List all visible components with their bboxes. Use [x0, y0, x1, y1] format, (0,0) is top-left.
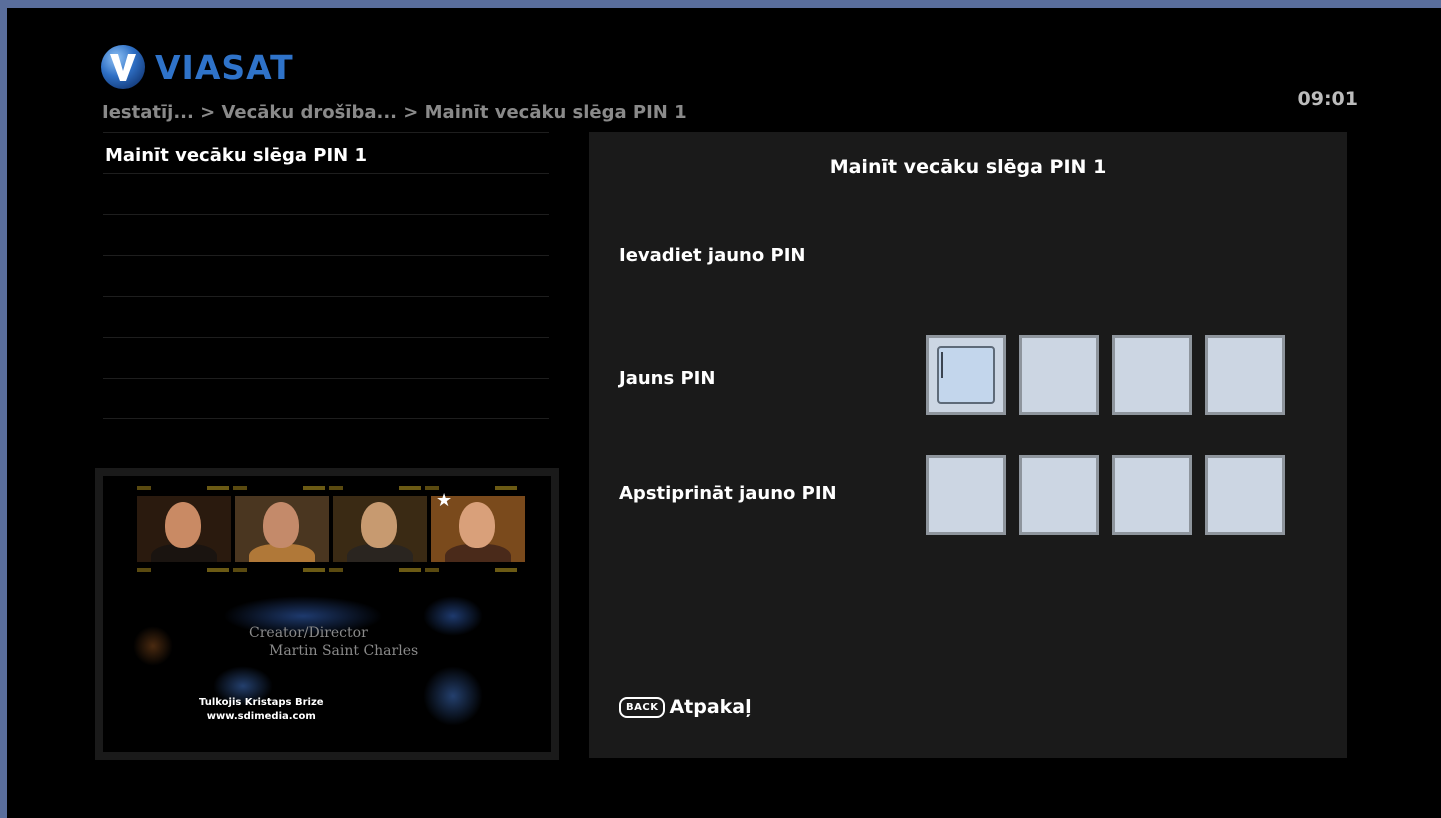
- back-label: Atpakaļ: [669, 696, 752, 718]
- menu-item-empty: [103, 296, 549, 337]
- credits-overlay: Creator/Director Martin Saint Charles: [249, 624, 418, 660]
- menu-item-change-pin[interactable]: Mainīt vecāku slēga PIN 1: [103, 132, 549, 173]
- portrait-image: [137, 496, 231, 562]
- translator-line: Tulkojis Kristaps Brize: [199, 697, 324, 708]
- breadcrumb: Iestatīj... > Vecāku drošība... > Mainīt…: [102, 102, 687, 123]
- translator-credit: Tulkojis Kristaps Brize www.sdimedia.com: [199, 696, 324, 724]
- new-pin-digit-3[interactable]: [1112, 335, 1192, 415]
- confirm-pin-digit-3[interactable]: [1112, 455, 1192, 535]
- viasat-logo: VIASAT: [100, 44, 294, 90]
- portrait-image: [235, 496, 329, 562]
- viasat-v-logo-icon: [101, 45, 145, 89]
- panel-title: Mainīt vecāku slēga PIN 1: [829, 156, 1107, 178]
- new-pin-label: Jauns PIN: [619, 368, 716, 389]
- portrait-image: [333, 496, 427, 562]
- tv-preview-window: ★ Creator/Director Martin Saint Charles …: [95, 468, 559, 760]
- portrait-row: [137, 496, 525, 562]
- new-pin-digit-1[interactable]: [926, 335, 1006, 415]
- brand-name: VIASAT: [155, 47, 294, 87]
- menu-item-empty: [103, 378, 549, 419]
- back-key-icon: BACK: [619, 696, 666, 718]
- focused-digit-field: [937, 346, 995, 404]
- star-icon: ★: [436, 490, 453, 511]
- settings-menu: Mainīt vecāku slēga PIN 1: [103, 132, 549, 419]
- translator-url: www.sdimedia.com: [206, 711, 316, 722]
- instruction-text: Ievadiet jauno PIN: [619, 245, 806, 266]
- stage-light-decoration: [133, 626, 173, 666]
- confirm-pin-digit-1[interactable]: [926, 455, 1006, 535]
- new-pin-digit-4[interactable]: [1205, 335, 1285, 415]
- credit-role: Creator/Director: [249, 625, 368, 641]
- confirm-pin-digit-2[interactable]: [1019, 455, 1099, 535]
- menu-item-empty: [103, 173, 549, 214]
- stage-light-decoration: [423, 666, 483, 726]
- tv-screen: VIASAT Iestatīj... > Vecāku drošība... >…: [7, 8, 1441, 818]
- menu-item-empty: [103, 337, 549, 378]
- text-cursor: [941, 352, 943, 378]
- confirm-pin-digit-4[interactable]: [1205, 455, 1285, 535]
- back-button[interactable]: BACK Atpakaļ: [619, 696, 752, 718]
- change-pin-panel: Mainīt vecāku slēga PIN 1 Ievadiet jauno…: [589, 132, 1347, 758]
- stage-light-decoration: [423, 596, 483, 636]
- film-strip-decoration: [137, 568, 521, 572]
- confirm-pin-input: [926, 455, 1285, 535]
- new-pin-input: [926, 335, 1285, 415]
- menu-item-empty: [103, 214, 549, 255]
- clock: 09:01: [1297, 88, 1358, 110]
- film-strip-decoration: [137, 486, 521, 490]
- video-frame: ★ Creator/Director Martin Saint Charles …: [103, 476, 551, 752]
- confirm-pin-label: Apstiprināt jauno PIN: [619, 483, 837, 504]
- menu-item-empty: [103, 255, 549, 296]
- new-pin-digit-2[interactable]: [1019, 335, 1099, 415]
- credit-name: Martin Saint Charles: [269, 643, 419, 659]
